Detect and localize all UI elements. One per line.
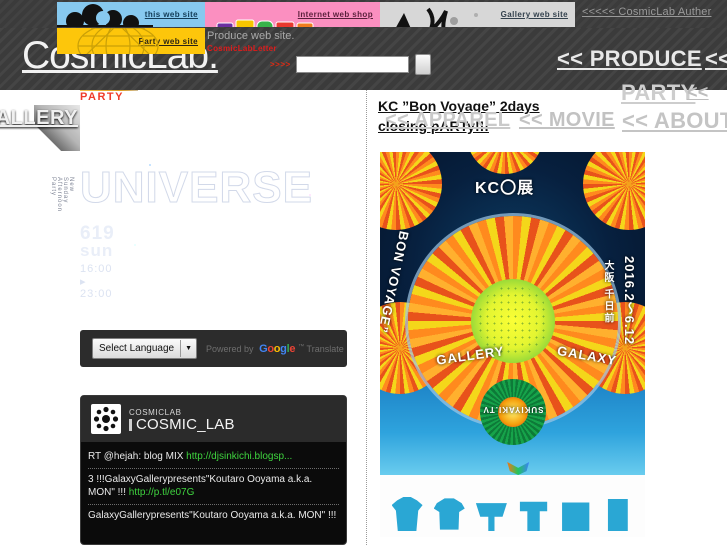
shirt-icon xyxy=(433,498,465,530)
language-select[interactable]: Select Language ▼ xyxy=(92,338,198,359)
nav-item-party[interactable]: PARTY xyxy=(621,80,695,106)
twitter-widget: COSMICLAB COSMIC_LAB RT @hejah: blog MIX… xyxy=(80,395,347,545)
search-button[interactable] xyxy=(414,54,431,75)
crowd-silhouette-icon xyxy=(57,4,153,27)
search-form: >>>> xyxy=(270,54,431,75)
shirt-icon xyxy=(562,502,590,531)
cosmic-logo-icon xyxy=(93,406,119,432)
tweet-link[interactable]: http://djsinkichi.blogsp... xyxy=(186,451,292,462)
tweet-link[interactable]: http://p.tl/e07G xyxy=(129,487,195,498)
ink-brush-art-icon xyxy=(396,7,478,27)
shirt-icon xyxy=(519,501,548,531)
chevron-down-icon: ▼ xyxy=(180,340,196,357)
google-translate-widget: Select Language ▼ Powered by Google ™ Tra… xyxy=(80,330,347,367)
auther-link[interactable]: <<<<< CosmicLab Auther xyxy=(582,6,711,18)
geodesic-dome-icon xyxy=(77,28,159,54)
event-poster-image[interactable]: KC〇展 2016.2〜6.12 大阪 千日前 BON VOYAGE” GALL… xyxy=(380,152,645,537)
shirt-icon xyxy=(391,497,423,531)
banner-this-web-site[interactable]: this web site xyxy=(57,2,205,27)
shirt-icon xyxy=(607,499,628,531)
nav-item-produce[interactable]: << PRODUCE xyxy=(557,46,702,72)
poster-title: KC〇展 xyxy=(475,180,535,197)
twitter-timeline: RT @hejah: blog MIX http://djsinkichi.bl… xyxy=(81,442,346,527)
banner-internet-web-shop[interactable]: Internet web shop xyxy=(205,2,380,27)
search-input[interactable] xyxy=(295,56,409,73)
avatar[interactable] xyxy=(91,404,121,434)
list-item[interactable]: 3 !!!GalaxyGallerypresents"Koutaro Ooyam… xyxy=(88,469,339,505)
shop-items-icon xyxy=(216,19,314,27)
nav-item-apparel[interactable]: << APPAREL xyxy=(385,109,510,132)
twitter-handle: COSMIC_LAB xyxy=(129,417,235,432)
apparel-row xyxy=(380,483,645,531)
top-banner-strip: this web site Internet web shop Gallery … xyxy=(0,0,727,28)
nav-item-produce-more[interactable]: << xyxy=(705,46,727,72)
poster-dates: 2016.2〜6.12 xyxy=(622,256,637,346)
translate-word: Translate xyxy=(306,343,344,354)
list-item[interactable]: GalaxyGallerypresents"Koutaro Ooyama a.k… xyxy=(88,505,339,527)
powered-by-text: Powered by Google ™ Translate xyxy=(206,343,344,355)
shirt-icon xyxy=(475,503,507,531)
poster-sukiyaki-text: SUKIYAKI.TV xyxy=(482,405,543,414)
powered-by-label: Powered by xyxy=(206,343,254,354)
nav-item-party-more[interactable]: << xyxy=(687,82,709,103)
google-logo: Google xyxy=(259,342,296,355)
nav-item-about[interactable]: << ABOUT xyxy=(622,108,727,134)
list-item[interactable]: RT @hejah: blog MIX http://djsinkichi.bl… xyxy=(88,446,339,469)
nav-item-movie[interactable]: << MOVIE xyxy=(519,109,615,132)
banner-party-web-site[interactable]: Party web site xyxy=(57,28,205,54)
search-arrows-icon: >>>> xyxy=(270,60,291,69)
cosmiclab-letter-link[interactable]: CosmicLabLetter xyxy=(207,43,294,55)
trademark-icon: ™ xyxy=(298,343,305,350)
tweet-text: RT @hejah: blog MIX xyxy=(88,451,184,462)
twitter-header: COSMICLAB COSMIC_LAB xyxy=(81,396,346,442)
banner-gallery-web-site[interactable]: Gallery web site xyxy=(380,2,575,27)
tweet-text: 3 !!!GalaxyGallerypresents"Koutaro Ooyam… xyxy=(88,474,313,498)
column-divider xyxy=(366,90,367,545)
produce-note: Produce web site. CosmicLabLetter xyxy=(207,30,294,55)
twitter-account: COSMICLAB COSMIC_LAB xyxy=(129,407,235,432)
poster-place: 大阪 千日前 xyxy=(602,260,613,325)
tweet-text: GalaxyGallerypresents"Koutaro Ooyama a.k… xyxy=(88,510,337,521)
banner-label: Gallery web site xyxy=(500,10,568,19)
produce-note-text: Produce web site. xyxy=(207,30,295,42)
language-select-value: Select Language xyxy=(99,343,175,354)
